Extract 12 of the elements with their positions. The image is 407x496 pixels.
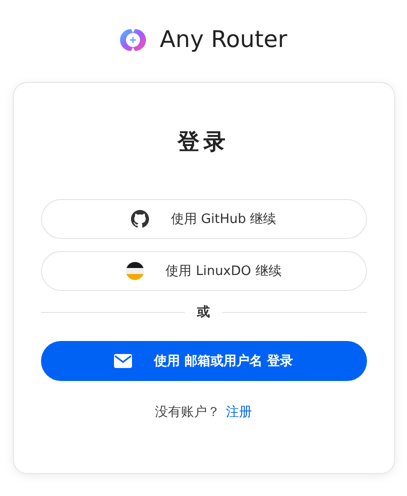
mail-icon <box>114 354 132 368</box>
register-link[interactable]: 注册 <box>226 403 252 421</box>
card-title: 登录 <box>178 129 230 157</box>
brand-name: Any Router <box>160 27 288 53</box>
github-login-button[interactable]: 使用 GitHub 继续 <box>40 199 366 239</box>
email-login-button[interactable]: 使用 邮箱或用户名 登录 <box>40 341 366 381</box>
linuxdo-login-button[interactable]: 使用 LinuxDO 继续 <box>40 251 366 291</box>
linuxdo-icon <box>126 262 144 280</box>
divider-text: 或 <box>197 304 210 321</box>
logo-icon <box>120 27 146 53</box>
no-account-text: 没有账户？ <box>155 404 220 421</box>
github-icon <box>130 210 149 228</box>
